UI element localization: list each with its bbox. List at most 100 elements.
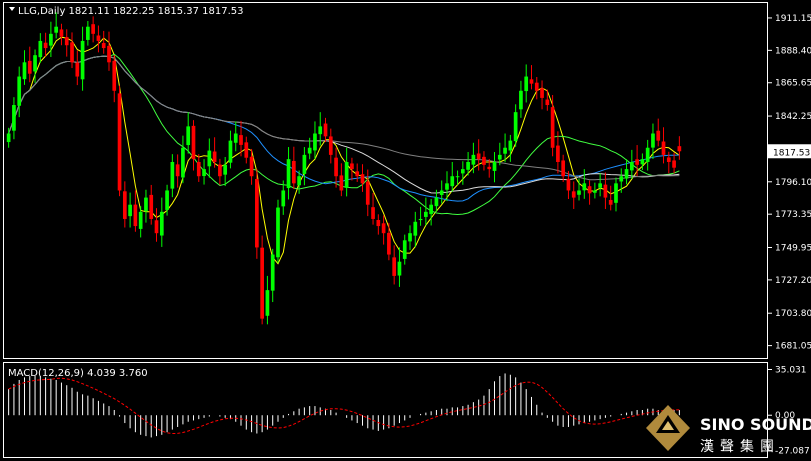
candle-body — [191, 125, 196, 160]
candle-body — [513, 112, 518, 142]
candle-body — [593, 190, 597, 193]
macd-tick-label: -27.087 — [775, 447, 810, 457]
candle-body — [207, 150, 212, 167]
candle-body — [144, 197, 148, 212]
price-tick-label: 1703.80 — [775, 309, 811, 319]
candle-body — [96, 35, 101, 41]
candle-body — [365, 181, 370, 205]
candle-body — [75, 62, 80, 77]
candle-body — [624, 169, 629, 179]
candle-body — [59, 29, 64, 37]
price-tick-label: 1888.40 — [775, 46, 811, 56]
candle-body — [334, 157, 338, 177]
candle-body — [175, 164, 180, 177]
candle-body — [49, 33, 53, 46]
price-tick-label: 1727.20 — [775, 276, 811, 286]
candle-body — [196, 161, 201, 177]
candle-body — [556, 145, 560, 162]
candle-body — [434, 197, 439, 207]
candle-body — [677, 146, 682, 152]
logo-text-cn: 漢聲集團 — [700, 438, 780, 455]
price-tick-label: 1911.15 — [775, 14, 811, 24]
candle-body — [397, 261, 402, 276]
symbol-ohlc-label: LLG,Daily 1821.11 1822.25 1815.37 1817.5… — [18, 6, 244, 17]
candle-body — [165, 190, 169, 210]
candle-body — [12, 105, 16, 131]
candle-body — [260, 247, 264, 319]
candle-body — [450, 176, 455, 187]
candle-body — [17, 76, 22, 106]
candle-body — [6, 133, 11, 143]
candle-body — [598, 183, 602, 188]
candle-body — [508, 140, 513, 151]
logo-text-en: SINO SOUND — [700, 415, 811, 434]
candle-body — [381, 223, 386, 234]
candle-body — [181, 147, 185, 178]
candle-body — [54, 26, 59, 33]
price-tick-label: 1681.05 — [775, 342, 811, 352]
chart-background — [0, 0, 811, 461]
candle-body — [154, 220, 159, 234]
candle-body — [571, 191, 576, 198]
candle-body — [371, 207, 375, 219]
candle-body — [186, 126, 191, 146]
candle — [255, 169, 259, 259]
candle-body — [202, 169, 206, 177]
candle-body — [392, 257, 397, 276]
candle-body — [466, 161, 470, 170]
candle-body — [355, 171, 360, 177]
candle-body — [255, 179, 259, 248]
candle-body — [582, 183, 587, 191]
candle-body — [487, 166, 492, 170]
candle-body — [328, 136, 333, 155]
candle-body — [619, 176, 624, 182]
candle-body — [212, 151, 217, 162]
candle-body — [22, 62, 27, 80]
candle-body — [170, 161, 175, 189]
candle-body — [350, 163, 354, 170]
candle-body — [635, 159, 639, 165]
candle — [276, 199, 280, 263]
candle-body — [291, 160, 296, 184]
price-tick-label: 1773.35 — [775, 210, 811, 220]
candle-body — [661, 141, 666, 155]
candle-body — [112, 60, 117, 91]
candle-body — [276, 207, 280, 258]
candle-body — [307, 147, 312, 154]
candle-body — [534, 82, 539, 91]
price-tick-label: 1796.10 — [775, 178, 811, 188]
candle-body — [603, 184, 608, 198]
candle-body — [228, 140, 233, 163]
candle-body — [577, 190, 581, 195]
candle-body — [550, 107, 555, 148]
candle-body — [640, 159, 645, 165]
candle-body — [249, 156, 254, 177]
candle-body — [159, 211, 164, 236]
candle — [117, 85, 122, 197]
candle-body — [497, 154, 502, 160]
candle-body — [540, 88, 544, 98]
price-tick-label: 1865.65 — [775, 79, 811, 89]
candle — [260, 235, 264, 325]
candle-body — [38, 40, 43, 58]
candle-body — [339, 175, 344, 191]
candle-body — [566, 178, 571, 191]
candle-body — [656, 130, 661, 141]
candle-body — [133, 204, 138, 227]
candle-body — [645, 147, 650, 162]
candle-body — [429, 204, 433, 215]
current-price-label: 1817.53 — [773, 148, 810, 158]
candle-body — [492, 161, 497, 171]
candle-body — [445, 183, 449, 190]
candle-body — [233, 133, 238, 143]
macd-label: MACD(12,26,9) 4.039 3.760 — [8, 368, 148, 379]
candle-body — [64, 37, 69, 46]
candle-body — [545, 99, 550, 106]
candle-body — [561, 160, 566, 177]
candle-body — [297, 176, 301, 186]
candle-body — [149, 194, 154, 219]
candle-body — [286, 159, 291, 189]
candle-body — [651, 133, 655, 148]
candle-body — [33, 55, 37, 72]
candle-body — [519, 90, 523, 110]
